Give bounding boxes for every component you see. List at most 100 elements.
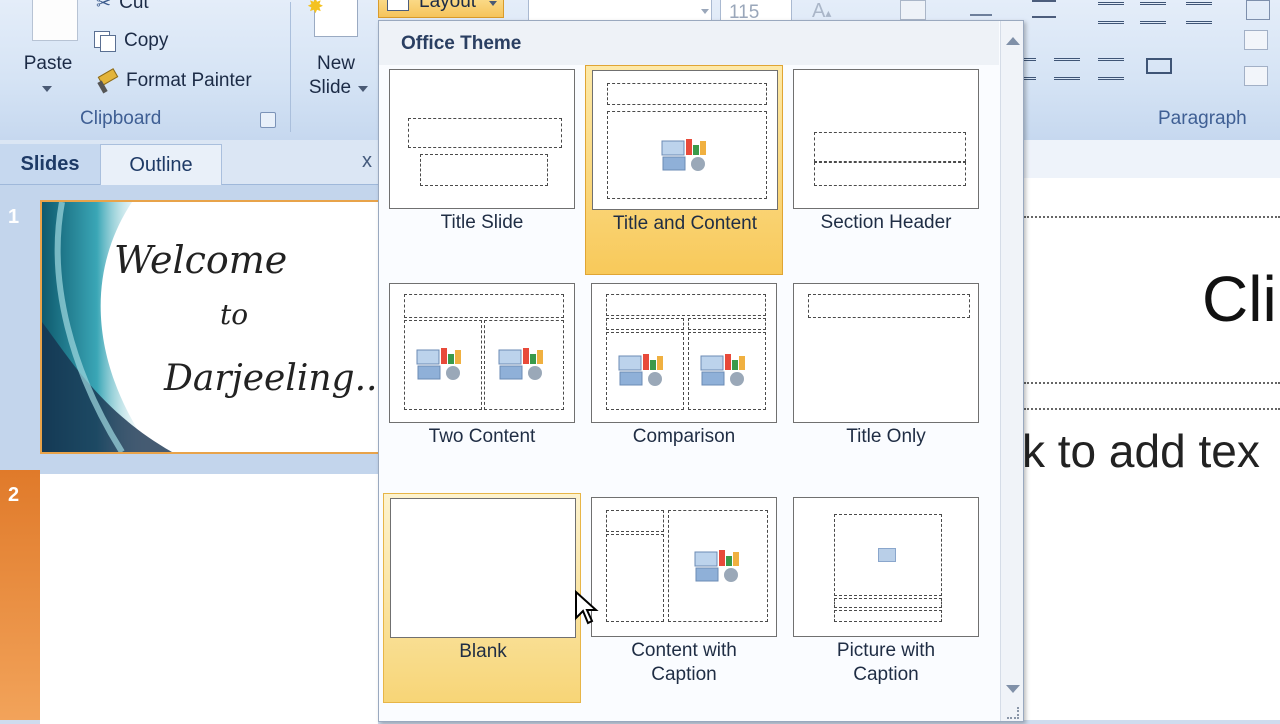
slide-1-text-welcome: Welcome [114,238,288,282]
paste-label: Paste [23,53,73,74]
paste-dropdown-icon[interactable] [42,86,52,92]
layout-blank[interactable]: Blank [383,493,581,703]
layout-thumbnail [389,69,575,209]
bullets-button[interactable] [966,0,996,20]
increase-indent-button[interactable] [1138,0,1168,24]
copy-button[interactable]: Copy [94,30,168,52]
decrease-indent-icon [1098,2,1124,24]
bullets-icon [970,0,992,16]
layout-thumbnail [592,70,778,210]
group-divider [290,2,291,132]
layout-label-line1: Content with [631,640,737,661]
layout-content-with-caption[interactable]: Content with Caption [585,493,783,699]
layout-thumbnail [390,498,576,638]
left-heading-placeholder [606,318,684,330]
slide-1-text-darjeeling: Darjeeling... [164,358,382,399]
layout-thumbnail [793,283,979,423]
picture-icon [878,548,896,562]
slide-title-placeholder[interactable]: Cli [1202,262,1277,336]
title-placeholder [814,132,966,162]
paintbrush-icon [96,68,119,94]
layout-label: Title and Content [613,213,757,234]
scissors-icon: ✂ [96,0,112,13]
layout-comparison[interactable]: Comparison [585,279,783,485]
scroll-down-icon[interactable] [1006,685,1020,693]
tab-slides[interactable]: Slides [0,144,101,184]
align-text-icon[interactable] [1244,30,1268,50]
slide-number: 1 [8,206,20,228]
clipboard-dialog-launcher-icon[interactable] [260,112,276,128]
layout-two-content[interactable]: Two Content [383,279,581,485]
content-insert-icon [416,348,461,380]
new-slide-label-line2: Slide [308,77,352,98]
layout-label: Two Content [428,426,536,447]
new-slide-icon: ✸ [307,0,358,37]
layout-title-only[interactable]: Title Only [787,279,985,485]
layout-label-line2: Caption [853,664,919,685]
cut-label: Cut [119,0,149,13]
caption-title-placeholder [606,510,664,532]
title-placeholder [808,294,970,318]
layout-button[interactable]: Layout [378,0,504,18]
gallery-scrollbar[interactable] [1000,21,1023,721]
format-painter-button[interactable]: Format Painter [96,68,252,94]
font-dropdown-icon[interactable] [701,9,709,14]
clear-formatting-icon[interactable] [900,0,926,20]
new-slide-button[interactable]: ✸ New Slide [300,0,376,104]
format-painter-label: Format Painter [126,70,252,91]
slide-thumbnail-2[interactable] [40,474,378,724]
smartart-icon[interactable] [1244,66,1268,86]
layout-thumbnail [591,497,777,637]
cut-button[interactable]: ✂ Cut [96,0,149,14]
font-size-box[interactable] [528,0,712,22]
paragraph-group-label: Paragraph [1158,108,1247,129]
close-panel-icon[interactable]: x [362,150,372,173]
scroll-up-icon[interactable] [1006,37,1020,45]
slide-number: 2 [8,484,20,506]
content-insert-icon [618,354,663,386]
increase-indent-icon [1140,2,1166,24]
layout-thumbnail [389,283,575,423]
slide-content-placeholder[interactable]: k to add tex [1022,424,1260,478]
text-placeholder [814,162,966,186]
paste-button[interactable]: Paste [8,0,88,104]
layout-label-line2: Caption [651,664,717,685]
columns-icon [1146,58,1172,74]
title-placeholder [606,294,766,316]
layout-label: Picture with Caption [787,639,985,687]
layout-gallery: Office Theme Title Slide Title and Conte… [378,20,1024,722]
layout-section-header[interactable]: Section Header [787,65,985,271]
tab-outline[interactable]: Outline [100,144,222,185]
text-direction-icon[interactable] [1246,0,1270,20]
justify-icon [1098,58,1124,80]
layout-picture-with-caption[interactable]: Picture with Caption [787,493,985,699]
content-insert-icon [700,354,745,386]
slide-thumbnail-1[interactable]: Welcome to Darjeeling... [40,200,382,454]
subtitle-placeholder [420,154,548,186]
layout-label: Content with Caption [585,639,783,687]
gallery-resize-grip-icon[interactable] [1007,707,1019,719]
layout-thumbnail [793,497,979,637]
line-spacing-button[interactable] [1184,0,1214,24]
star-icon: ✸ [307,0,324,18]
content-insert-icon [694,550,739,582]
columns-button[interactable] [1144,54,1174,80]
new-slide-label-line1: New [316,53,355,74]
numbering-icon [1032,0,1056,18]
numbering-button[interactable] [1028,0,1058,22]
align-center-button[interactable] [1052,54,1082,80]
decrease-indent-button[interactable] [1096,0,1126,24]
align-left-icon [1024,58,1036,80]
mouse-pointer-icon [575,590,599,625]
align-left-button[interactable] [1024,54,1054,80]
justify-button[interactable] [1096,54,1126,80]
content-insert-icon [498,348,543,380]
panel-tabs: Slides Outline x [0,140,378,185]
layout-title-slide[interactable]: Title Slide [383,65,581,271]
line-spacing-icon [1186,2,1212,24]
layout-title-and-content[interactable]: Title and Content [585,65,783,275]
title-placeholder [607,83,767,105]
align-center-icon [1054,58,1080,80]
new-slide-dropdown-icon[interactable] [358,86,368,92]
font-size-field[interactable]: 115 [720,0,792,23]
